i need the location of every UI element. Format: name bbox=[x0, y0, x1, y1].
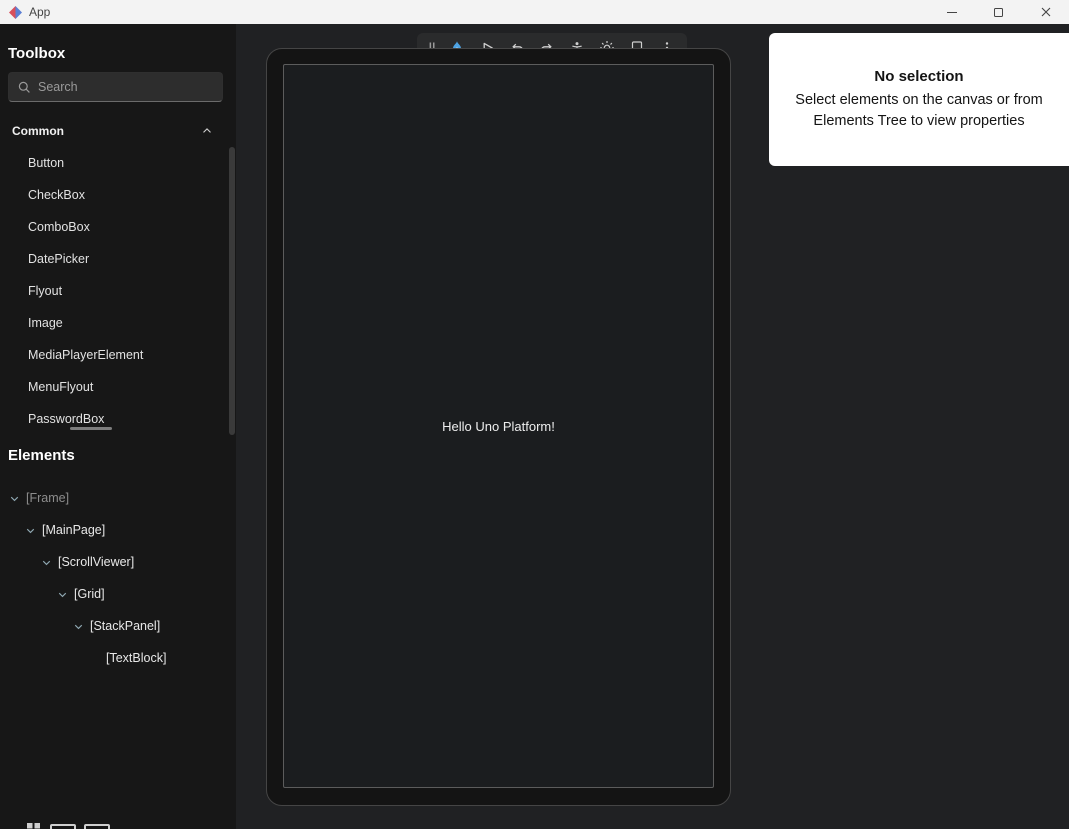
taskbar-grid-icon bbox=[27, 823, 40, 829]
design-canvas[interactable]: Hello Uno Platform! bbox=[283, 64, 714, 788]
toolbox-search[interactable] bbox=[8, 72, 223, 102]
tree-item-frame[interactable]: [Frame] bbox=[0, 482, 236, 514]
device-frame: Hello Uno Platform! bbox=[266, 48, 731, 806]
no-selection-message: Select elements on the canvas or from El… bbox=[783, 90, 1055, 131]
design-workspace: Hello Uno Platform! No selection Select … bbox=[236, 24, 1069, 829]
taskbar-app-icon bbox=[50, 824, 76, 829]
toolbox-section-common[interactable]: Common bbox=[0, 121, 236, 141]
tree-item-stackpanel[interactable]: [StackPanel] bbox=[0, 610, 236, 642]
toolbox-item-datepicker[interactable]: DatePicker bbox=[0, 243, 236, 275]
toolbox-item-button[interactable]: Button bbox=[0, 147, 236, 179]
main-content: Toolbox Common Button CheckBox ComboBox … bbox=[0, 24, 1069, 829]
close-icon bbox=[1041, 7, 1051, 17]
no-selection-title: No selection bbox=[874, 68, 963, 85]
maximize-button[interactable] bbox=[975, 0, 1022, 24]
chevron-down-icon[interactable] bbox=[22, 522, 38, 538]
maximize-icon bbox=[994, 8, 1003, 17]
toolbox-horizontal-scrollbar[interactable] bbox=[70, 427, 112, 430]
toolbox-item-combobox[interactable]: ComboBox bbox=[0, 211, 236, 243]
chevron-down-icon[interactable] bbox=[6, 490, 22, 506]
section-label: Common bbox=[12, 124, 64, 138]
toolbox-item-image[interactable]: Image bbox=[0, 307, 236, 339]
toolbox-item-mediaplayerelement[interactable]: MediaPlayerElement bbox=[0, 339, 236, 371]
toolbox-list: Button CheckBox ComboBox DatePicker Flyo… bbox=[0, 147, 236, 435]
tree-item-label: [ScrollViewer] bbox=[58, 555, 134, 569]
toolbox-item-passwordbox[interactable]: PasswordBox bbox=[0, 403, 236, 435]
elements-tree: [Frame] [MainPage] [ScrollViewer] [Grid] bbox=[0, 482, 236, 674]
canvas-textblock[interactable]: Hello Uno Platform! bbox=[442, 419, 555, 434]
toolbox-item-checkbox[interactable]: CheckBox bbox=[0, 179, 236, 211]
window-title: App bbox=[29, 5, 50, 19]
tree-item-label: [StackPanel] bbox=[90, 619, 160, 633]
sidebar: Toolbox Common Button CheckBox ComboBox … bbox=[0, 24, 236, 829]
search-input[interactable] bbox=[38, 80, 214, 94]
properties-panel: No selection Select elements on the canv… bbox=[769, 33, 1069, 166]
taskbar-app-icon bbox=[84, 824, 110, 829]
tree-item-mainpage[interactable]: [MainPage] bbox=[0, 514, 236, 546]
toolbox-vertical-scrollbar[interactable] bbox=[229, 147, 235, 435]
tree-item-label: [TextBlock] bbox=[106, 651, 166, 665]
elements-title: Elements bbox=[8, 446, 236, 466]
window-controls bbox=[928, 0, 1069, 24]
toolbox-item-flyout[interactable]: Flyout bbox=[0, 275, 236, 307]
app-logo-icon bbox=[9, 6, 22, 19]
tree-item-label: [Grid] bbox=[74, 587, 105, 601]
tree-item-scrollviewer[interactable]: [ScrollViewer] bbox=[0, 546, 236, 578]
toolbox-item-menuflyout[interactable]: MenuFlyout bbox=[0, 371, 236, 403]
search-icon bbox=[17, 80, 31, 94]
tree-item-textblock[interactable]: [TextBlock] bbox=[0, 642, 236, 674]
tree-item-label: [MainPage] bbox=[42, 523, 105, 537]
titlebar-left: App bbox=[0, 5, 50, 19]
minimize-button[interactable] bbox=[928, 0, 975, 24]
app-window: { "window": { "title": "App" }, "toolbox… bbox=[0, 0, 1069, 829]
tree-item-label: [Frame] bbox=[26, 491, 69, 505]
chevron-down-icon[interactable] bbox=[70, 618, 86, 634]
titlebar: App bbox=[0, 0, 1069, 24]
chevron-up-icon[interactable] bbox=[200, 124, 214, 138]
chevron-down-icon[interactable] bbox=[54, 586, 70, 602]
close-button[interactable] bbox=[1022, 0, 1069, 24]
toolbox-title: Toolbox bbox=[8, 44, 236, 64]
minimize-icon bbox=[947, 12, 957, 13]
chevron-down-icon[interactable] bbox=[38, 554, 54, 570]
tree-item-grid[interactable]: [Grid] bbox=[0, 578, 236, 610]
